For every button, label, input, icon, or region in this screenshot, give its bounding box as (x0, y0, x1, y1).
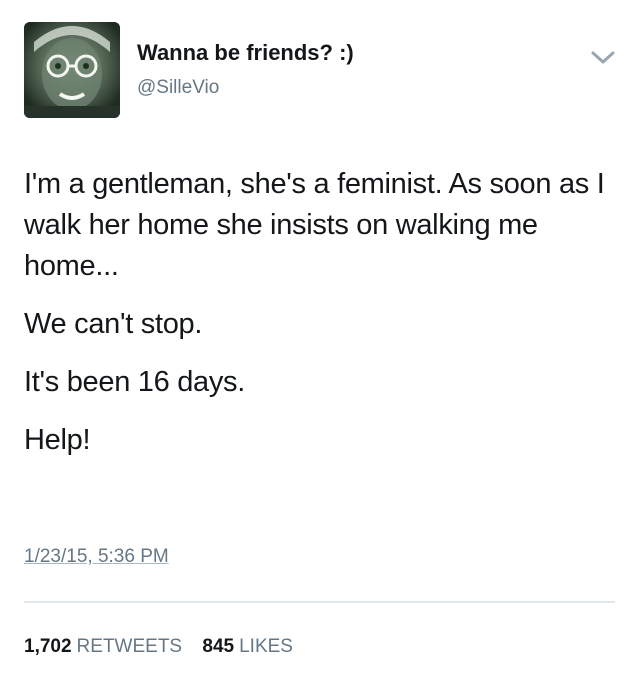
user-handle[interactable]: @SilleVio (137, 77, 219, 99)
divider (24, 601, 615, 603)
tweet-paragraph: It's been 16 days. (24, 366, 246, 398)
like-label: LIKES (239, 636, 293, 657)
like-count: 845 (202, 636, 235, 657)
tweet-menu-button[interactable] (585, 42, 621, 72)
display-name[interactable]: Wanna be friends? :) (137, 40, 354, 66)
tweet-timestamp[interactable]: 1/23/15, 5:36 PM (24, 546, 169, 568)
retweets-stat[interactable]: 1,702 RETWEETS (24, 636, 182, 657)
likes-stat[interactable]: 845 LIKES (202, 636, 293, 657)
tweet-paragraph: We can't stop. (24, 308, 203, 340)
retweet-label: RETWEETS (76, 636, 183, 657)
tweet-stats: 1,702 RETWEETS 845 LIKES (24, 636, 308, 658)
chevron-down-icon (591, 51, 615, 64)
profile-avatar-icon (24, 22, 120, 118)
avatar[interactable] (24, 22, 120, 118)
tweet-paragraph: I'm a gentleman, she's a feminist. As so… (24, 168, 605, 282)
tweet-text: I'm a gentleman, she's a feminist. As so… (24, 164, 624, 478)
tweet-paragraph: Help! (24, 424, 91, 456)
retweet-count: 1,702 (24, 636, 72, 657)
